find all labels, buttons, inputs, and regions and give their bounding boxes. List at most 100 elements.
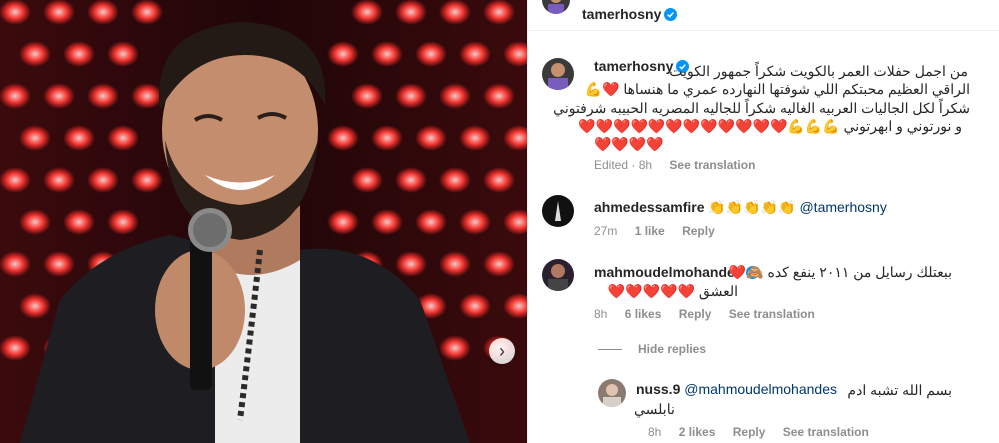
- caption-meta: Edited · 8h See translation: [594, 158, 755, 172]
- caption-time: Edited · 8h: [594, 158, 653, 172]
- bokeh-light: [131, 0, 163, 25]
- bokeh-light: [439, 335, 471, 361]
- bokeh-light: [43, 0, 75, 25]
- bokeh-light: [439, 251, 471, 277]
- bokeh-light: [371, 125, 403, 151]
- reply-username[interactable]: nuss.9: [636, 381, 680, 397]
- bokeh-light: [87, 167, 119, 193]
- bokeh-light: [351, 167, 383, 193]
- post-header: tamerhosny: [528, 0, 999, 31]
- bokeh-light: [87, 83, 119, 109]
- bokeh-light: [63, 41, 95, 67]
- comment-1-username[interactable]: ahmedessamfire: [594, 199, 705, 215]
- reply-comment-header: nuss.9 @mahmoudelmohandes: [636, 381, 837, 397]
- bokeh-light: [395, 167, 427, 193]
- divider: [598, 349, 622, 351]
- caption-see-translation[interactable]: See translation: [669, 158, 755, 172]
- bokeh-light: [351, 0, 383, 25]
- bokeh-light: [131, 83, 163, 109]
- bokeh-light: [0, 335, 31, 361]
- bokeh-light: [19, 41, 51, 67]
- bokeh-light: [351, 83, 383, 109]
- bokeh-light: [107, 125, 139, 151]
- comment-2-line-1: ببعتلك رسايل من ٢٠١١ ينفع كده 🙈❤️: [728, 264, 952, 280]
- reply-meta: 8h 2 likes Reply See translation: [648, 425, 869, 439]
- bokeh-light: [439, 167, 471, 193]
- bokeh-light: [459, 293, 491, 319]
- comment-1-likes[interactable]: 1 like: [635, 224, 665, 238]
- chevron-right-icon: ›: [499, 340, 505, 361]
- reply-see-translation[interactable]: See translation: [783, 425, 869, 439]
- comment-1: ahmedessamfire 👏👏👏👏👏 @tamerhosny: [594, 199, 887, 216]
- post-photo: ›: [0, 0, 527, 443]
- bokeh-light: [439, 0, 471, 25]
- comment-2-reply-button[interactable]: Reply: [679, 307, 712, 321]
- reply-mention[interactable]: @mahmoudelmohandes: [684, 381, 837, 397]
- bokeh-light: [19, 293, 51, 319]
- bokeh-light: [43, 251, 75, 277]
- header-username[interactable]: tamerhosny: [582, 6, 678, 22]
- comment-2-time: 8h: [594, 307, 608, 321]
- caption-line-2: الراقي العظيم محبتكم اللي شوفتها النهارد…: [584, 81, 970, 97]
- bokeh-light: [371, 209, 403, 235]
- bokeh-light: [87, 0, 119, 25]
- reply-line-2: نابلسي: [634, 401, 675, 417]
- bokeh-light: [131, 167, 163, 193]
- bokeh-light: [43, 167, 75, 193]
- bokeh-light: [459, 125, 491, 151]
- bokeh-light: [43, 83, 75, 109]
- bokeh-light: [439, 83, 471, 109]
- reply-time: 8h: [648, 425, 662, 439]
- bokeh-light: [19, 209, 51, 235]
- bokeh-light: [327, 125, 359, 151]
- avatar[interactable]: [542, 0, 570, 14]
- comment-2-line-2: العشق ❤️❤️❤️❤️❤️: [607, 283, 738, 299]
- comment-2-likes[interactable]: 6 likes: [625, 307, 662, 321]
- caption-line-4: و نورتوني و ابهرتوني 💪💪💪❤️❤️❤️❤️❤️❤️❤️❤️…: [578, 118, 962, 134]
- comment-1-time: 27m: [594, 224, 618, 238]
- bokeh-light: [107, 41, 139, 67]
- bokeh-light: [63, 125, 95, 151]
- bokeh-light: [327, 41, 359, 67]
- bokeh-light: [107, 209, 139, 235]
- bokeh-light: [0, 251, 31, 277]
- commenter-avatar[interactable]: [542, 195, 574, 227]
- hide-replies-button[interactable]: Hide replies: [598, 342, 706, 356]
- reply-line-1: بسم الله تشبه ادم: [847, 382, 952, 398]
- reply-reply-button[interactable]: Reply: [733, 425, 766, 439]
- bokeh-light: [459, 209, 491, 235]
- bokeh-light: [395, 83, 427, 109]
- bokeh-light: [63, 209, 95, 235]
- bokeh-light: [0, 167, 31, 193]
- caption-line-3: شكراً لكل الجاليات العربيه الغاليه شكراً…: [553, 100, 970, 116]
- bokeh-light: [483, 251, 515, 277]
- commenter-avatar[interactable]: [542, 259, 574, 291]
- caption-line-5: ❤️❤️❤️❤️: [594, 136, 664, 152]
- comment-1-text: 👏👏👏👏👏: [708, 199, 796, 215]
- bokeh-light: [0, 83, 31, 109]
- bokeh-light: [459, 41, 491, 67]
- comment-1-meta: 27m 1 like Reply: [594, 224, 715, 238]
- bokeh-light: [395, 251, 427, 277]
- next-photo-button[interactable]: ›: [489, 338, 515, 364]
- bokeh-light: [327, 209, 359, 235]
- bokeh-light: [371, 41, 403, 67]
- bokeh-light: [483, 167, 515, 193]
- caption-avatar[interactable]: [542, 58, 574, 90]
- bokeh-light: [19, 125, 51, 151]
- comment-2-meta: 8h 6 likes Reply See translation: [594, 307, 815, 321]
- bokeh-light: [415, 125, 447, 151]
- bokeh-light: [415, 209, 447, 235]
- bokeh-light: [415, 41, 447, 67]
- caption-line-1: من اجمل حفلات العمر بالكويت شكراً جمهور …: [669, 63, 968, 79]
- bokeh-light: [483, 0, 515, 25]
- commenter-avatar[interactable]: [598, 379, 626, 407]
- post-panel: tamerhosny tamerhosny من اجمل حفلات العم…: [527, 0, 999, 443]
- reply-likes[interactable]: 2 likes: [679, 425, 716, 439]
- comment-1-mention[interactable]: @tamerhosny: [799, 199, 886, 215]
- comment-2-see-translation[interactable]: See translation: [729, 307, 815, 321]
- comment-1-reply-button[interactable]: Reply: [682, 224, 715, 238]
- verified-badge-icon: [664, 8, 678, 21]
- bokeh-light: [483, 83, 515, 109]
- bokeh-light: [395, 0, 427, 25]
